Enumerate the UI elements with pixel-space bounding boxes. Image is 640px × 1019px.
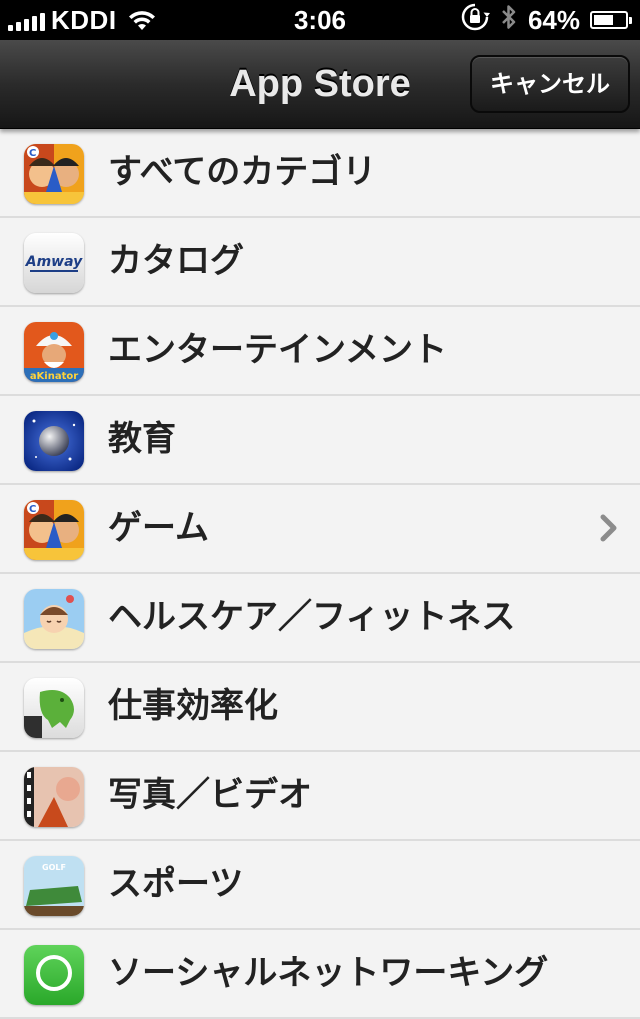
category-row[interactable]: C ゲーム [0,485,640,574]
category-label: 仕事効率化 [108,686,278,726]
battery-icon [590,11,632,29]
category-row[interactable]: Amway カタログ [0,218,640,307]
category-label: ヘルスケア／フィットネス [108,597,516,637]
amway-app-icon: Amway [24,233,84,293]
whatsapp-app-icon [24,945,84,1005]
baby-sleep-app-icon [24,589,84,649]
akinator-app-icon: aKinator [24,322,84,382]
category-row[interactable]: 写真／ビデオ [0,752,640,841]
signal-strength-icon [8,9,45,31]
night-sky-app-icon [24,411,84,471]
svg-text:C: C [29,148,36,159]
category-row[interactable]: GOLF スポーツ [0,841,640,930]
category-row[interactable]: aKinator エンターテインメント [0,307,640,396]
category-list: C すべてのカテゴリ Amway カタログ aKinator エンターテインメン… [0,129,640,1019]
rotation-lock-icon [460,2,490,39]
category-label: すべてのカテゴリ [108,152,377,192]
carrier-name: KDDI [51,4,117,35]
game-center-app-icon: C [24,144,84,204]
category-row[interactable]: C すべてのカテゴリ [0,129,640,218]
navigation-bar: App Store キャンセル [0,40,640,129]
category-label: スポーツ [108,864,244,904]
svg-text:Amway: Amway [25,254,83,270]
chevron-right-icon [598,513,620,543]
cancel-button[interactable]: キャンセル [470,55,630,113]
category-row[interactable]: 仕事効率化 [0,663,640,752]
wifi-icon [127,9,157,31]
category-label: カタログ [108,241,244,281]
category-label: 写真／ビデオ [108,775,312,815]
category-label: 教育 [108,419,176,459]
svg-text:GOLF: GOLF [42,863,66,872]
game-center-app-icon: C [24,500,84,560]
photo-video-app-icon [24,767,84,827]
category-label: ゲーム [108,508,209,548]
status-bar: KDDI 3:06 64% [0,0,640,40]
status-left: KDDI [8,0,157,40]
svg-text:aKinator: aKinator [30,371,78,382]
category-label: ソーシャルネットワーキング [108,953,549,993]
category-row[interactable]: ソーシャルネットワーキング [0,930,640,1019]
category-label: エンターテインメント [108,330,447,370]
golf-app-icon: GOLF [24,856,84,916]
evernote-app-icon [24,678,84,738]
bluetooth-icon [500,2,518,39]
category-row[interactable]: 教育 [0,396,640,485]
battery-percent: 64% [527,4,580,35]
category-row[interactable]: ヘルスケア／フィットネス [0,574,640,663]
status-right: 64% [460,0,632,40]
battery-level [594,15,614,25]
svg-text:C: C [29,504,36,515]
